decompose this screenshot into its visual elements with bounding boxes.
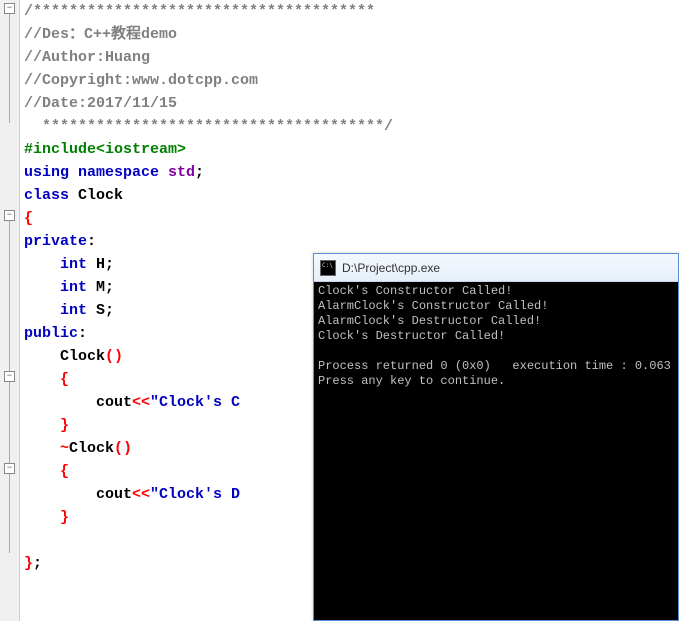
- code-token: {: [60, 371, 69, 388]
- code-line[interactable]: #include<iostream>: [24, 138, 393, 161]
- fold-toggle[interactable]: −: [4, 210, 15, 221]
- code-token: namespace: [78, 164, 168, 181]
- code-token: (): [105, 348, 123, 365]
- code-token: [24, 371, 60, 388]
- code-token: {: [24, 210, 33, 227]
- code-token: /**************************************: [24, 3, 375, 20]
- code-line[interactable]: {: [24, 207, 393, 230]
- code-token: std: [168, 164, 195, 181]
- code-line[interactable]: //Des：C++教程demo: [24, 23, 393, 46]
- code-line[interactable]: /**************************************: [24, 0, 393, 23]
- code-token: ~: [60, 440, 69, 457]
- code-token: M: [96, 279, 105, 296]
- code-token: using: [24, 164, 78, 181]
- code-token: [24, 440, 60, 457]
- code-token: **************************************/: [24, 118, 393, 135]
- code-line[interactable]: //Date:2017/11/15: [24, 92, 393, 115]
- code-token: [24, 509, 60, 526]
- code-token: public: [24, 325, 78, 342]
- code-token: H: [96, 256, 105, 273]
- code-token: :: [78, 325, 87, 342]
- code-token: (): [114, 440, 132, 457]
- code-token: }: [60, 509, 69, 526]
- code-token: "Clock's D: [150, 486, 240, 503]
- fold-toggle[interactable]: −: [4, 371, 15, 382]
- code-token: int: [60, 279, 96, 296]
- code-token: ;: [195, 164, 204, 181]
- code-token: [24, 417, 60, 434]
- code-token: Clock: [78, 187, 123, 204]
- code-line[interactable]: //Copyright:www.dotcpp.com: [24, 69, 393, 92]
- code-token: //Copyright:www.dotcpp.com: [24, 72, 258, 89]
- code-token: :: [87, 233, 96, 250]
- fold-gutter: − − − −: [0, 0, 20, 621]
- code-token: S: [96, 302, 105, 319]
- code-token: int: [60, 256, 96, 273]
- code-token: class: [24, 187, 78, 204]
- code-line[interactable]: using namespace std;: [24, 161, 393, 184]
- console-icon: [320, 260, 336, 276]
- code-token: ;: [105, 279, 114, 296]
- code-token: cout: [24, 394, 132, 411]
- code-token: cout: [24, 486, 132, 503]
- code-token: int: [60, 302, 96, 319]
- code-line[interactable]: //Author:Huang: [24, 46, 393, 69]
- code-token: private: [24, 233, 87, 250]
- console-window[interactable]: D:\Project\cpp.exe Clock's Constructor C…: [313, 253, 679, 621]
- code-token: {: [60, 463, 69, 480]
- code-token: //Author:Huang: [24, 49, 150, 66]
- code-token: }: [60, 417, 69, 434]
- code-token: "Clock's C: [150, 394, 240, 411]
- console-output: Clock's Constructor Called! AlarmClock's…: [314, 282, 678, 620]
- code-token: ;: [33, 555, 42, 572]
- console-titlebar[interactable]: D:\Project\cpp.exe: [314, 254, 678, 282]
- fold-toggle[interactable]: −: [4, 463, 15, 474]
- code-token: Clock: [24, 348, 105, 365]
- code-line[interactable]: **************************************/: [24, 115, 393, 138]
- code-token: <<: [132, 394, 150, 411]
- code-token: [24, 256, 60, 273]
- code-token: Clock: [69, 440, 114, 457]
- code-token: [24, 279, 60, 296]
- code-line[interactable]: private:: [24, 230, 393, 253]
- code-token: [24, 302, 60, 319]
- code-line[interactable]: class Clock: [24, 184, 393, 207]
- code-token: //Des：C++教程demo: [24, 26, 177, 43]
- console-title: D:\Project\cpp.exe: [342, 261, 440, 275]
- code-token: ;: [105, 256, 114, 273]
- fold-toggle[interactable]: −: [4, 3, 15, 14]
- code-token: //Date:2017/11/15: [24, 95, 177, 112]
- code-token: <<: [132, 486, 150, 503]
- code-token: #include<iostream>: [24, 141, 186, 158]
- code-token: [24, 463, 60, 480]
- code-token: }: [24, 555, 33, 572]
- code-token: ;: [105, 302, 114, 319]
